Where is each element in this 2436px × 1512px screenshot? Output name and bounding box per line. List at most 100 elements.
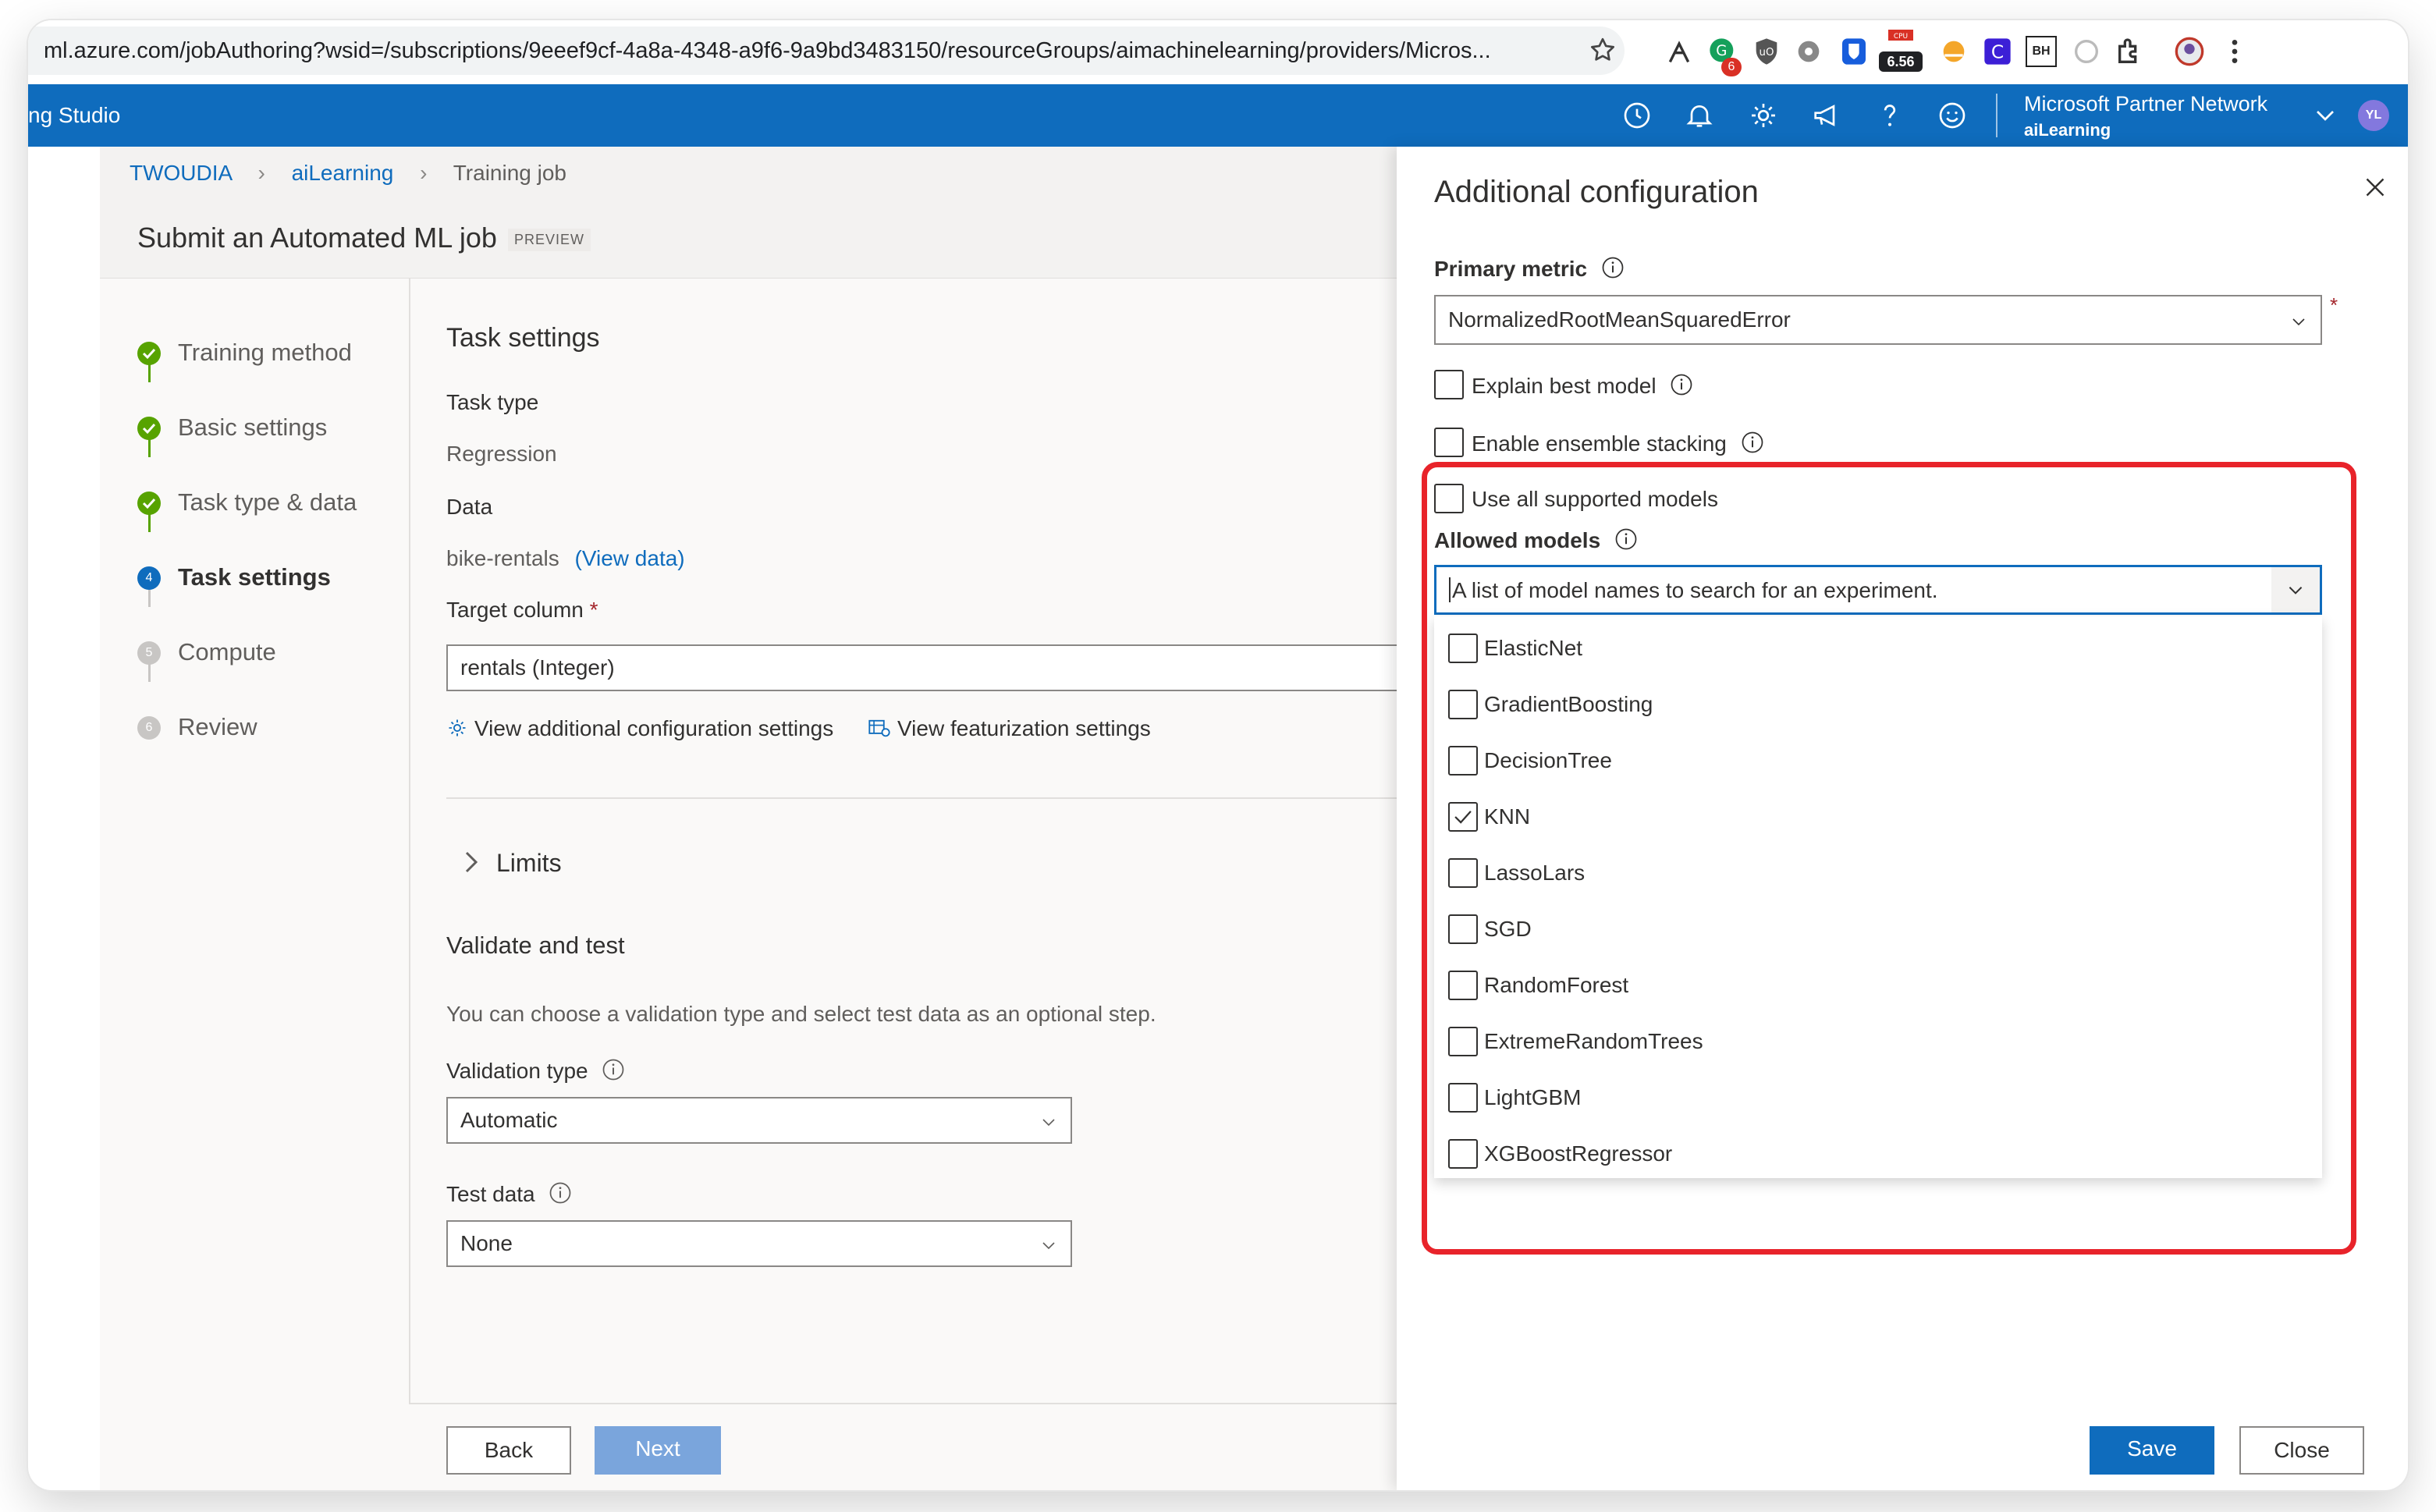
preview-badge: PREVIEW [507,228,591,251]
extension-bitwarden-icon[interactable] [1838,36,1870,67]
browser-menu-icon[interactable] [2219,36,2250,67]
limits-label: Limits [496,849,562,877]
close-icon[interactable] [2361,173,2389,201]
next-button[interactable]: Next [595,1426,721,1475]
extension-gear-icon[interactable] [1793,36,1824,67]
enable-ensemble-stacking-checkbox[interactable] [1434,428,1464,457]
extension-badge-count: 6 [1721,58,1742,76]
extension-timer-icon[interactable] [2071,36,2102,67]
directory-name[interactable]: Microsoft Partner Network [2024,92,2267,116]
view-additional-config-link[interactable]: View additional configuration settings [446,716,833,741]
bookmark-star-icon[interactable] [1589,36,1617,64]
explain-best-model-text: Explain best model [1472,374,1657,398]
megaphone-icon[interactable] [1810,100,1841,131]
test-data-select[interactable]: None [446,1220,1072,1267]
clock-icon[interactable] [1621,100,1653,131]
azure-ml-header: ng Studio Microsoft Partner Network aiLe… [28,84,2408,147]
wizard-steps [100,278,410,1490]
explain-best-model-label: Explain best model [1472,373,1693,399]
section-divider [446,797,1406,799]
enable-ensemble-stacking-text: Enable ensemble stacking [1472,431,1727,456]
task-type-label: Task type [446,390,539,414]
step-label: Basic settings [178,413,328,441]
chevron-down-icon [1039,1113,1058,1131]
limits-expander[interactable]: Limits [462,849,562,878]
help-icon[interactable] [1874,100,1905,131]
required-marker: * [2330,293,2338,317]
breadcrumb-current: Training job [453,161,566,185]
highlight-annotation [1422,462,2356,1255]
task-type-value: Regression [446,442,557,466]
extension-antenna-icon[interactable] [1664,36,1695,67]
info-icon[interactable] [1741,431,1764,454]
breadcrumb: TWOUDIA › aiLearning › Training job [130,161,566,186]
breadcrumb-link-workspace[interactable]: aiLearning [292,161,394,185]
step-number: 4 [137,566,161,590]
gear-icon [446,717,468,739]
step-label: Review [178,713,257,740]
view-data-link[interactable]: (View data) [575,546,685,570]
breadcrumb-separator: › [420,161,428,185]
featurization-icon [868,717,891,739]
browser-window: ml.azure.com/jobAuthoring?wsid=/subscrip… [28,20,2408,1490]
address-bar[interactable]: ml.azure.com/jobAuthoring?wsid=/subscrip… [28,27,1625,75]
view-additional-config-text: View additional configuration settings [474,716,834,740]
info-icon[interactable] [549,1181,572,1205]
info-icon[interactable] [602,1058,625,1081]
bell-icon[interactable] [1684,100,1715,131]
breadcrumb-separator: › [257,161,265,185]
close-button[interactable]: Close [2239,1426,2364,1475]
test-data-label: Test data [446,1181,572,1207]
svg-text:CPU: CPU [1894,33,1908,41]
svg-text:C: C [1991,41,2004,62]
info-icon[interactable] [1670,373,1693,396]
primary-metric-label: Primary metric [1434,256,1625,282]
validate-description: You can choose a validation type and sel… [446,1002,1156,1026]
smiley-feedback-icon[interactable] [1937,100,1968,131]
back-button[interactable]: Back [446,1426,571,1475]
target-column-field[interactable]: rentals (Integer) [446,644,1406,691]
step-number: 5 [137,641,161,665]
validation-type-select[interactable]: Automatic [446,1097,1072,1144]
extension-badge-value: 6.56 [1879,51,1923,72]
target-column-label-text: Target column [446,598,584,622]
gear-icon[interactable] [1748,100,1779,131]
view-featurization-link[interactable]: View featurization settings [868,716,1151,741]
check-circle-icon [137,492,161,515]
svg-text:G: G [1716,43,1727,59]
extension-shield-icon[interactable]: uO [1751,36,1782,67]
test-data-value: None [460,1231,513,1255]
breadcrumb-link-tenant[interactable]: TWOUDIA [130,161,232,185]
primary-metric-label-text: Primary metric [1434,257,1588,281]
url-text[interactable]: ml.azure.com/jobAuthoring?wsid=/subscrip… [44,27,1573,75]
data-value: bike-rentals (View data) [446,546,685,571]
workspace-name[interactable]: aiLearning [2024,120,2111,140]
chevron-down-icon[interactable] [2310,100,2341,131]
primary-metric-select[interactable]: NormalizedRootMeanSquaredError [1434,295,2322,345]
step-label: Compute [178,638,276,665]
chevron-right-icon [462,850,481,875]
enable-ensemble-stacking-label: Enable ensemble stacking [1472,431,1764,456]
step-label: Task settings [178,563,331,591]
extension-weather-icon[interactable] [1938,36,1969,67]
chevron-down-icon [1039,1236,1058,1255]
extension-monogram-icon[interactable]: BH [2026,36,2057,67]
validation-type-label-text: Validation type [446,1059,588,1083]
extensions-puzzle-icon[interactable] [2115,36,2146,67]
page-title-text: Submit an Automated ML job [137,222,497,254]
explain-best-model-checkbox[interactable] [1434,370,1464,399]
studio-name[interactable]: ng Studio [28,84,120,147]
view-featurization-text: View featurization settings [897,716,1151,740]
step-number: 6 [137,716,161,740]
required-marker: * [589,598,598,622]
step-label: Task type & data [178,488,357,516]
profile-avatar-icon[interactable] [2174,36,2205,67]
browser-toolbar: ml.azure.com/jobAuthoring?wsid=/subscrip… [28,20,2408,84]
user-avatar[interactable]: YL [2358,100,2389,131]
page-title: Submit an Automated ML job PREVIEW [137,222,591,254]
validate-heading: Validate and test [446,932,625,959]
info-icon[interactable] [1601,256,1625,279]
save-button[interactable]: Save [2090,1426,2214,1475]
extension-c-icon[interactable]: C [1982,36,2013,67]
panel-title: Additional configuration [1434,175,1759,209]
